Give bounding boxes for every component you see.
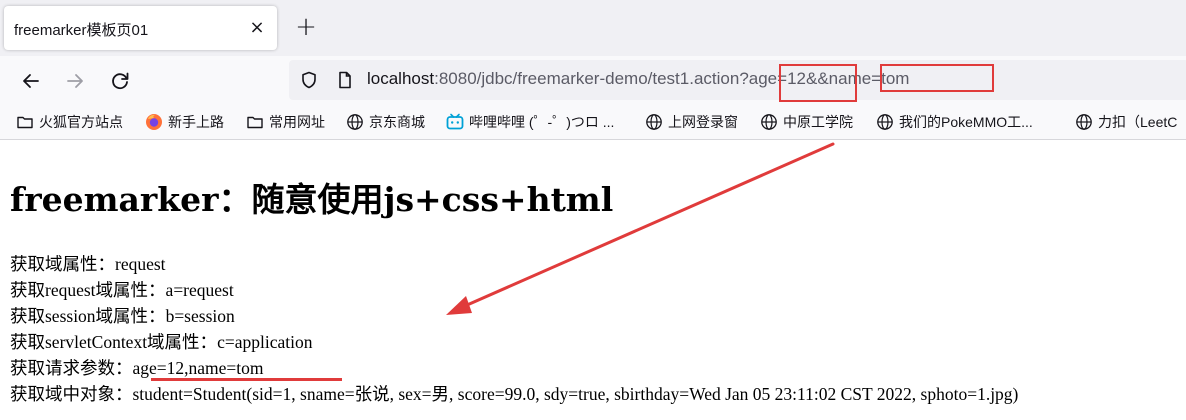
address-bar[interactable]: localhost:8080/jdbc/freemarker-demo/test… [289,60,1186,100]
bookmark-item[interactable]: 中原工学院 [760,112,853,134]
navigation-toolbar: localhost:8080/jdbc/freemarker-demo/test… [0,56,1186,106]
bookmark-label: 上网登录窗 [668,114,738,130]
page-icon[interactable] [335,70,355,90]
line-label: 获取请求参数： [10,358,133,378]
bookmark-label: 京东商城 [369,114,425,130]
annotation-underline [151,378,342,381]
bookmark-item[interactable]: 上网登录窗 [645,112,738,134]
line-value: student=Student(sid=1, sname=张说, sex=男, … [132,384,1019,404]
bookmark-item[interactable]: 京东商城 [346,112,425,134]
tab-strip: freemarker模板页01 × + [0,0,1186,56]
globe-icon [346,113,364,131]
annotation-box-name-param [880,64,994,92]
globe-icon [760,113,778,131]
bookmark-item[interactable]: 哔哩哔哩 (゜-゜)つロ ... [446,112,614,134]
bookmark-item[interactable]: 火狐官方站点 [16,112,123,134]
bookmark-label: 火狐官方站点 [39,114,123,130]
bookmark-label: 我们的PokeMMO工... [899,114,1033,130]
bookmark-item[interactable]: 新手上路 [145,112,224,134]
bookmarks-toolbar: 火狐官方站点 新手上路 常用网址 京东商城 哔哩哔哩 (゜-゜)つロ ... 上… [0,106,1186,140]
line-label: 获取session域属性： [10,306,166,326]
bookmark-item[interactable]: 力扣（LeetC [1075,112,1177,134]
annotation-box-age-param [779,64,857,102]
content-line: 获取session域属性：b=session [10,303,235,328]
shield-icon[interactable] [299,70,319,90]
line-value: request [115,254,166,274]
folder-icon [16,113,34,131]
content-line: 获取域属性：request [10,251,166,276]
folder-icon [246,113,264,131]
page-title: freemarker：随意使用js+css+html [10,180,614,219]
line-value: c=application [217,332,313,352]
new-tab-button[interactable]: + [292,14,320,42]
back-button[interactable] [17,67,45,95]
content-line: 获取request域属性：a=request [10,277,234,302]
globe-icon [645,113,663,131]
active-tab[interactable]: freemarker模板页01 × [4,6,277,50]
tab-title: freemarker模板页01 [14,22,149,39]
line-value: age=12,name=tom [132,358,264,378]
bookmark-item[interactable]: 我们的PokeMMO工... [876,112,1033,134]
bookmark-label: 常用网址 [269,114,325,130]
globe-icon [1075,113,1093,131]
firefox-icon [145,113,163,131]
reload-button[interactable] [106,67,134,95]
bookmark-label: 哔哩哔哩 (゜-゜)つロ ... [469,114,615,130]
line-value: b=session [165,306,235,326]
arrow-left-icon [23,74,39,88]
bilibili-icon [446,113,464,131]
bookmark-label: 中原工学院 [783,114,853,130]
bookmark-label: 力扣（LeetC [1098,114,1178,130]
content-line: 获取域中对象：student=Student(sid=1, sname=张说, … [10,381,1018,406]
content-line: 获取请求参数：age=12,name=tom [10,355,264,380]
close-icon[interactable]: × [247,18,267,38]
line-label: 获取域中对象： [10,384,133,404]
content-line: 获取servletContext域属性：c=application [10,329,312,354]
forward-button[interactable] [61,67,89,95]
globe-icon [876,113,894,131]
line-label: 获取servletContext域属性： [10,332,218,352]
bookmark-item[interactable]: 常用网址 [246,112,325,134]
line-label: 获取域属性： [10,254,115,274]
reload-icon [112,72,129,90]
line-label: 获取request域属性： [10,280,166,300]
line-value: a=request [165,280,234,300]
url-host: localhost [367,69,435,88]
arrow-right-icon [67,74,83,88]
bookmark-label: 新手上路 [168,114,224,130]
